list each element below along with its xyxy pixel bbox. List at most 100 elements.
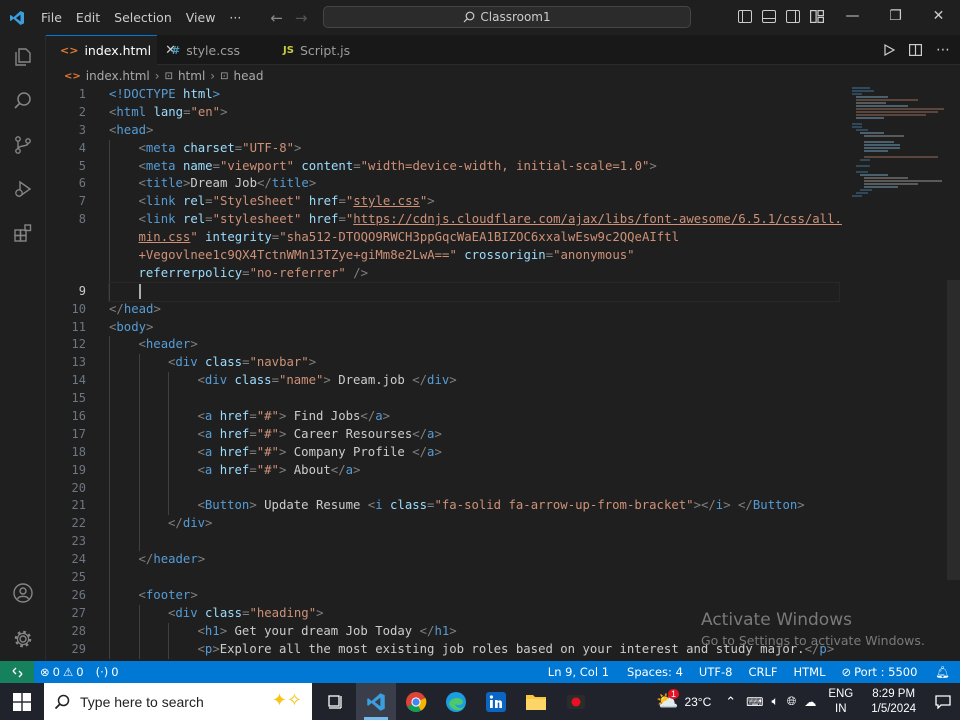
end-of-line[interactable]: CRLF: [740, 665, 785, 679]
code-line[interactable]: <div class="navbar">: [109, 354, 839, 373]
tab-index-html[interactable]: <> index.html ✕: [46, 35, 176, 65]
code-line[interactable]: <a href="#"> Company Profile </a>: [109, 443, 839, 462]
source-control-icon[interactable]: [0, 123, 46, 167]
run-debug-icon[interactable]: [0, 167, 46, 211]
remote-window-icon[interactable]: [0, 661, 34, 683]
indentation[interactable]: Spaces: 4: [619, 665, 691, 679]
code-token: Career Resourses: [286, 426, 413, 441]
taskbar-chrome-icon[interactable]: [396, 683, 436, 720]
code-line[interactable]: <footer>: [109, 586, 839, 605]
account-icon[interactable]: [0, 571, 46, 615]
tab-script-js[interactable]: JS Script.js: [269, 35, 381, 65]
windows-start-icon[interactable]: [0, 683, 44, 720]
current-code-line[interactable]: [108, 281, 840, 302]
code-line[interactable]: +Vegovlnee1c9QX4TctnWMn13TZye+giMm8e2LwA…: [109, 247, 839, 265]
network-icon[interactable]: 🌐︎: [783, 694, 801, 709]
code-line[interactable]: [109, 569, 839, 587]
split-editor-icon[interactable]: [909, 44, 922, 56]
action-center-icon[interactable]: [926, 683, 960, 720]
code-line[interactable]: <a href="#"> About</a>: [109, 461, 839, 480]
scrollbar-thumb[interactable]: [947, 280, 960, 580]
taskbar-vscode-icon[interactable]: [356, 683, 396, 720]
explorer-icon[interactable]: [0, 35, 46, 79]
menu-more[interactable]: ···: [222, 0, 248, 35]
minimap[interactable]: [848, 86, 948, 216]
minimize-button[interactable]: —: [831, 0, 874, 35]
code-line[interactable]: </header>: [109, 551, 839, 570]
code-line[interactable]: <body>: [109, 319, 839, 337]
menu-view[interactable]: View: [179, 0, 223, 35]
ports-indicator[interactable]: (·) 0: [90, 665, 125, 679]
taskbar-file-explorer-icon[interactable]: [516, 683, 556, 720]
live-server-port[interactable]: ⊘ Port : 5500: [834, 665, 926, 679]
code-line[interactable]: <meta name="viewport" content="width=dev…: [109, 157, 839, 176]
code-line[interactable]: </div>: [109, 515, 839, 534]
run-icon[interactable]: [883, 44, 895, 56]
taskbar-linkedin-icon[interactable]: [476, 683, 516, 720]
cursor-position[interactable]: Ln 9, Col 1: [538, 665, 619, 679]
encoding[interactable]: UTF-8: [691, 665, 741, 679]
code-line[interactable]: </head>: [109, 301, 839, 319]
keyboard-icon[interactable]: ⌨: [742, 695, 767, 709]
code-line[interactable]: <div class="name"> Dream.job </div>: [109, 372, 839, 391]
back-arrow-icon[interactable]: ←: [270, 9, 283, 27]
toggle-primary-sidebar-icon[interactable]: [738, 10, 752, 23]
input-language[interactable]: ENG IN: [820, 687, 861, 717]
menu-file[interactable]: File: [34, 0, 69, 35]
code-token: <: [197, 623, 205, 638]
breadcrumb-html[interactable]: html: [178, 69, 205, 83]
code-line[interactable]: <meta charset="UTF-8">: [109, 139, 839, 158]
speaker-icon[interactable]: 🔈︎: [768, 694, 783, 709]
code-line[interactable]: min.css" integrity="sha512-DTOQO9RWCH3pp…: [109, 229, 839, 248]
code-line[interactable]: referrerpolicy="no-referrer" />: [109, 264, 839, 283]
code-token: </: [412, 373, 428, 388]
task-view-icon[interactable]: [316, 683, 356, 720]
code-line[interactable]: <html lang="en">: [109, 104, 839, 122]
command-center-search[interactable]: Classroom1: [323, 6, 691, 28]
code-line[interactable]: <header>: [109, 336, 839, 355]
taskbar-search-box[interactable]: Type here to search ✦✧: [44, 683, 312, 720]
code-line[interactable]: <link rel="stylesheet" href="https://cdn…: [109, 211, 842, 230]
toggle-secondary-sidebar-icon[interactable]: [786, 10, 800, 23]
code-editor[interactable]: 1 2 3 4 5 6 7 8 9 10 11 12 13 14 15 16 1…: [46, 86, 846, 661]
code-line[interactable]: <head>: [109, 122, 839, 140]
code-token: =: [249, 426, 257, 441]
restore-button[interactable]: ❐: [874, 0, 917, 35]
language-mode[interactable]: HTML: [785, 665, 833, 679]
code-line[interactable]: <Button> Update Resume <i class="fa-soli…: [109, 497, 839, 516]
code-line[interactable]: [109, 390, 839, 409]
code-line[interactable]: <a href="#"> Find Jobs</a>: [109, 408, 839, 426]
code-line[interactable]: <a href="#"> Career Resourses</a>: [109, 425, 839, 444]
cloud-sync-icon[interactable]: ☁: [800, 695, 820, 709]
code-line[interactable]: [109, 479, 839, 498]
more-actions-icon[interactable]: ⋯: [936, 42, 950, 58]
breadcrumb-head[interactable]: head: [234, 69, 264, 83]
forward-arrow-icon[interactable]: →: [295, 9, 308, 27]
indent-guide: [109, 372, 110, 391]
problems-indicator[interactable]: ⊗ 0 ⚠ 0: [34, 665, 90, 679]
search-icon[interactable]: [0, 79, 46, 123]
menu-edit[interactable]: Edit: [69, 0, 107, 35]
taskbar-recorder-icon[interactable]: [556, 683, 596, 720]
menu-selection[interactable]: Selection: [107, 0, 179, 35]
tab-style-css[interactable]: # style.css: [157, 35, 269, 65]
code-line[interactable]: <link rel="StyleSheet" href="style.css">: [109, 193, 839, 212]
toggle-panel-icon[interactable]: [762, 10, 776, 23]
customize-layout-icon[interactable]: [810, 10, 825, 24]
indent-guide: [168, 461, 169, 480]
html-file-icon: <>: [60, 44, 79, 57]
notifications-bell-icon[interactable]: 🔔︎: [925, 665, 960, 679]
settings-gear-icon[interactable]: [0, 617, 46, 661]
code-token: head: [123, 301, 154, 316]
code-line[interactable]: [109, 533, 839, 552]
weather-widget[interactable]: ⛅ 1 23°C: [648, 689, 719, 712]
code-line[interactable]: <title>Dream Job</title>: [109, 175, 839, 194]
chevron-up-icon[interactable]: ⌃: [719, 694, 742, 710]
code-line[interactable]: <!DOCTYPE html>: [109, 86, 839, 104]
warning-count: 0: [76, 665, 84, 679]
extensions-icon[interactable]: [0, 211, 46, 255]
clock[interactable]: 8:29 PM 1/5/2024: [861, 687, 926, 717]
taskbar-edge-icon[interactable]: [436, 683, 476, 720]
breadcrumb-file[interactable]: index.html: [86, 69, 150, 83]
close-button[interactable]: ✕: [917, 0, 960, 35]
